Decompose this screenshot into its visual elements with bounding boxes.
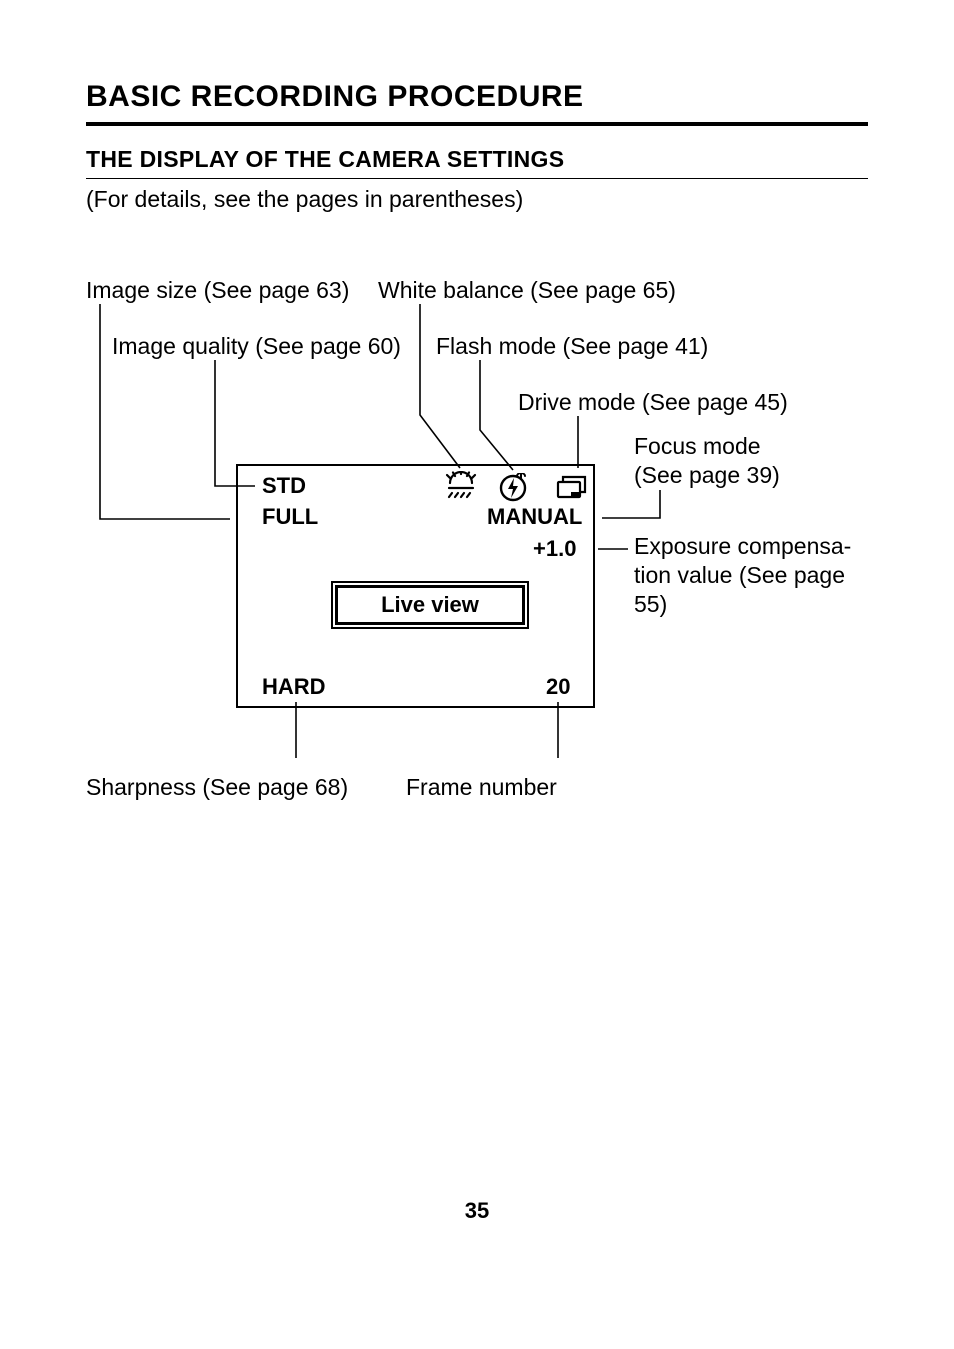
page: BASIC RECORDING PROCEDURE THE DISPLAY OF…: [0, 0, 954, 1349]
callout-lines: [0, 0, 954, 1349]
page-number: 35: [0, 1198, 954, 1224]
